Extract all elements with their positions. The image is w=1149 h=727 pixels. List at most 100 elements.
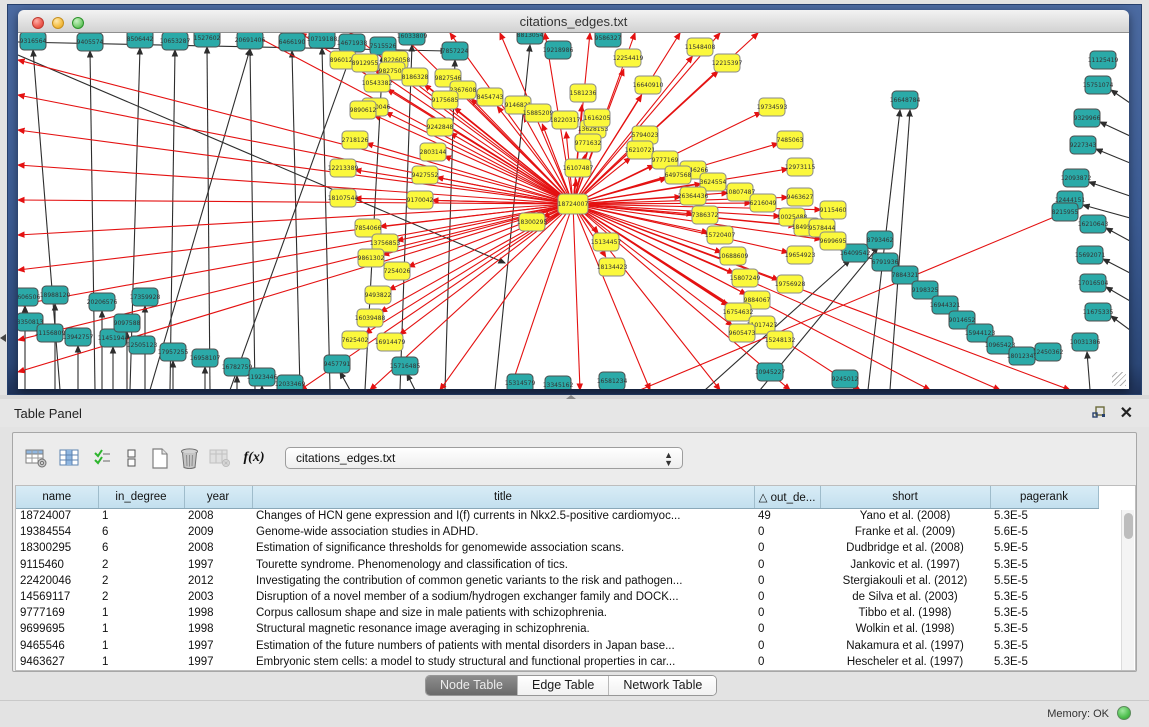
graph-node[interactable]: 11156809 [35,324,66,342]
table-row[interactable]: 1872400712008Changes of HCN gene express… [16,508,1098,524]
graph-node[interactable]: 19654923 [785,246,816,264]
column-header-short[interactable]: short [820,486,990,508]
graph-node[interactable]: 17016504 [1078,274,1109,292]
graph-node[interactable]: 12450362 [1033,343,1064,361]
graph-node[interactable]: 11923446 [247,368,278,386]
close-panel-icon[interactable]: ✕ [1120,403,1133,423]
graph-node[interactable]: 19734593 [757,98,788,116]
graph-node[interactable]: 26364436 [678,187,709,205]
graph-node[interactable]: 16640910 [633,76,664,94]
graph-node[interactable]: 9170042 [407,191,434,209]
graph-node[interactable]: 9405574 [77,33,104,51]
graph-node[interactable]: 10719188 [307,33,338,48]
graph-node[interactable]: 7485063 [777,131,804,149]
scrollbar-thumb[interactable] [1124,513,1133,539]
graph-node[interactable]: 16958107 [190,349,221,367]
graph-node[interactable]: 6216049 [750,194,777,212]
select-attributes-button[interactable] [89,445,115,471]
graph-node[interactable]: 13942757 [63,328,94,346]
column-header-out-degree[interactable]: △ out_de... [754,486,820,508]
column-header-year[interactable]: year [184,486,252,508]
graph-node[interactable]: 9175685 [432,91,459,109]
graph-node[interactable]: 15314579 [505,374,536,389]
graph-node[interactable]: 6497568 [665,166,692,184]
graph-node[interactable]: 10653287 [160,33,191,50]
graph-node[interactable]: 15716485 [390,357,421,375]
graph-node[interactable]: 12033469 [275,375,306,389]
graph-node[interactable]: 18300295 [517,213,548,231]
tab-network-table[interactable]: Network Table [609,676,716,695]
tab-node-table[interactable]: Node Table [426,676,518,695]
graph-node[interactable]: 20691406 [235,33,266,49]
graph-node[interactable]: 9097588 [114,314,141,332]
row-height-button[interactable] [119,445,145,471]
graph-node[interactable]: 8506442 [127,33,154,48]
column-header-name[interactable]: name [16,486,98,508]
graph-node[interactable]: 20206576 [87,293,118,311]
tab-edge-table[interactable]: Edge Table [518,676,609,695]
graph-node[interactable]: 8215955 [1052,203,1079,221]
graph-node[interactable]: 8454743 [477,88,504,106]
delete-column-button[interactable] [176,445,202,471]
column-header-title[interactable]: title [252,486,754,508]
graph-node[interactable]: 9115460 [820,201,847,219]
graph-node[interactable]: 9427552 [412,166,439,184]
graph-node[interactable]: 2803144 [420,143,447,161]
graph-node[interactable]: 9699695 [820,232,847,250]
graph-node[interactable]: 8186328 [402,68,429,86]
graph-node[interactable]: 18220317 [550,111,581,129]
column-chooser-button[interactable] [56,445,82,471]
graph-node[interactable]: 11548408 [685,38,716,56]
table-row[interactable]: 946362711997Embryonic stem cells: a mode… [16,654,1098,670]
column-header-in-degree[interactable]: in_degree [98,486,184,508]
table-row[interactable]: 1938455462009Genome-wide association stu… [16,524,1098,540]
graph-node[interactable]: 13345162 [543,376,574,389]
graph-node[interactable]: 11125419 [1088,51,1119,69]
graph-node[interactable]: 9493822 [365,286,392,304]
table-row[interactable]: 1830029562008Estimation of significance … [16,540,1098,556]
graph-node[interactable]: 12505123 [127,336,158,354]
graph-node[interactable]: 8912955 [352,54,379,72]
graph-node[interactable]: 8793462 [867,231,894,249]
graph-node[interactable]: 12093872 [1061,169,1092,187]
graph-node[interactable]: 18724007 [558,194,589,214]
graph-node[interactable]: 7625402 [342,331,369,349]
graph-node[interactable]: 12215397 [712,54,743,72]
table-scrollbar[interactable] [1121,510,1134,670]
table-settings-button[interactable] [23,445,49,471]
graph-node[interactable]: 18988120 [40,286,71,304]
graph-node[interactable]: 16581234 [597,372,628,389]
graph-node[interactable]: 9605473 [729,324,756,342]
graph-node[interactable]: 2718126 [342,131,369,149]
graph-node[interactable]: 8813054 [517,33,544,44]
graph-node[interactable]: 17359928 [130,288,161,306]
graph-node[interactable]: 7857224 [442,42,469,60]
graph-node[interactable]: 10688609 [718,247,749,265]
delete-table-button[interactable] [207,445,233,471]
table-row[interactable]: 946554611997Estimation of the future num… [16,638,1098,654]
table-row[interactable]: 911546021997Tourette syndrome. Phenomeno… [16,557,1098,573]
network-canvas[interactable]: 9316564940557485064421065328715276022069… [18,33,1129,389]
graph-node[interactable]: 9227343 [1070,136,1097,154]
graph-node[interactable]: 7386372 [692,206,719,224]
memory-status-indicator[interactable] [1117,706,1131,720]
graph-node[interactable]: 9245012 [832,370,859,388]
graph-node[interactable]: 16039488 [355,309,386,327]
graph-node[interactable]: 17957255 [158,343,189,361]
graph-node[interactable]: 19218986 [543,41,574,59]
graph-node[interactable]: 19756928 [775,275,806,293]
table-row[interactable]: 1456911722003Disruption of a novel membe… [16,589,1098,605]
table-row[interactable]: 2242004622012Investigating the contribut… [16,573,1098,589]
graph-node[interactable]: 15720407 [705,226,736,244]
table-selector-dropdown[interactable]: citations_edges.txt ▲▼ [285,447,683,469]
graph-node[interactable]: 12973115 [785,158,816,176]
graph-node[interactable]: 18107544 [328,189,359,207]
graph-node[interactable]: 15248132 [765,331,796,349]
table-row[interactable]: 969969511998Structural magnetic resonanc… [16,621,1098,637]
table-row[interactable]: 977716911998Corpus callosum shape and si… [16,605,1098,621]
window-resize-grip[interactable] [1112,372,1126,386]
citation-graph[interactable]: 9316564940557485064421065328715276022069… [18,33,1129,389]
graph-node[interactable]: 10031386 [1070,333,1101,351]
graph-node[interactable]: 9316564 [20,33,47,50]
graph-node[interactable]: 10543382 [362,74,393,92]
